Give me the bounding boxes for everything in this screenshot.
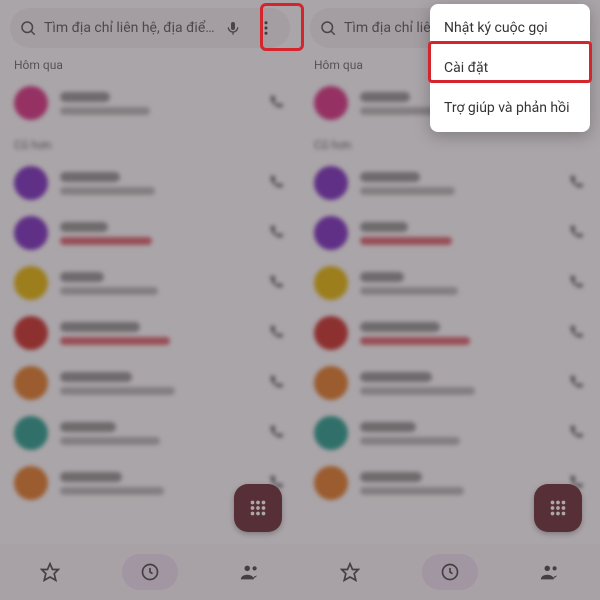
screen-left: Tìm địa chỉ liên hệ, địa điểm Hôm qua Cũ… — [0, 0, 300, 600]
nav-recents[interactable] — [122, 554, 178, 590]
list-item[interactable] — [300, 158, 600, 208]
screen-right: Tìm địa chỉ liên hệ, địa điểm Hôm qua Cũ… — [300, 0, 600, 600]
list-item[interactable] — [0, 258, 300, 308]
bottom-nav — [300, 544, 600, 600]
list-item[interactable] — [300, 408, 600, 458]
list-item[interactable] — [300, 308, 600, 358]
search-placeholder: Tìm địa chỉ liên hệ, địa điểm — [44, 20, 216, 36]
section-yesterday: Hôm qua — [14, 58, 286, 72]
section-older: Cũ hơn — [14, 138, 286, 152]
list-item[interactable] — [0, 408, 300, 458]
list-item[interactable] — [0, 308, 300, 358]
bottom-nav — [0, 544, 300, 600]
list-item[interactable] — [300, 358, 600, 408]
search-icon — [18, 18, 38, 38]
overflow-menu: Nhật ký cuộc gọi Cài đặt Trợ giúp và phả… — [430, 4, 590, 132]
call-list: Cũ hơn — [300, 78, 600, 508]
nav-contacts[interactable] — [522, 554, 578, 590]
list-item[interactable] — [300, 208, 600, 258]
nav-recents[interactable] — [422, 554, 478, 590]
list-item[interactable] — [300, 258, 600, 308]
nav-favorites[interactable] — [22, 554, 78, 590]
more-button[interactable] — [250, 12, 282, 44]
list-item[interactable] — [0, 158, 300, 208]
mic-icon[interactable] — [222, 17, 244, 39]
search-icon — [318, 18, 338, 38]
list-item[interactable] — [0, 358, 300, 408]
menu-settings[interactable]: Cài đặt — [430, 48, 590, 88]
nav-contacts[interactable] — [222, 554, 278, 590]
dialpad-fab[interactable] — [234, 484, 282, 532]
list-item[interactable] — [0, 208, 300, 258]
dialpad-fab[interactable] — [534, 484, 582, 532]
menu-help[interactable]: Trợ giúp và phản hồi — [430, 88, 590, 128]
call-list: Cũ hơn — [0, 78, 300, 508]
search-bar[interactable]: Tìm địa chỉ liên hệ, địa điểm — [10, 8, 290, 48]
list-item[interactable] — [0, 78, 300, 128]
nav-favorites[interactable] — [322, 554, 378, 590]
section-older: Cũ hơn — [314, 138, 586, 152]
menu-call-history[interactable]: Nhật ký cuộc gọi — [430, 8, 590, 48]
